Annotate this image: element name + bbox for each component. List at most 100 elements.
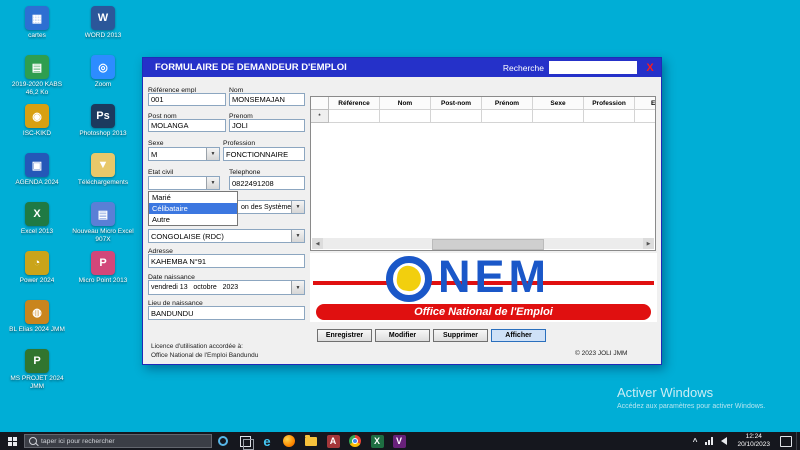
nom-field[interactable] [229, 93, 305, 106]
chevron-down-icon[interactable]: ▼ [206, 177, 219, 189]
desktop-icon-label: ISC-KIKD [23, 130, 51, 138]
column-header-prenom[interactable]: Prénom [482, 97, 533, 110]
app-icon: P [91, 251, 115, 275]
dropdown-option-celibataire[interactable]: Célibataire [149, 203, 237, 214]
task-view-icon[interactable] [234, 432, 256, 450]
column-header-etat-civil[interactable]: Etat-c [635, 97, 656, 110]
grid-new-row[interactable]: * [311, 110, 655, 123]
sexe-combobox[interactable]: M ▼ [148, 147, 220, 161]
desktop-icon-word[interactable]: W WORD 2013 [72, 6, 134, 55]
visual-studio-icon[interactable]: V [388, 432, 410, 450]
cortana-icon[interactable] [212, 432, 234, 450]
close-button[interactable]: X [642, 62, 658, 74]
calendar-dropdown-icon[interactable]: ▼ [291, 281, 304, 294]
date-naissance-picker[interactable]: vendredi 13 octobre 2023 ▼ [148, 280, 305, 295]
application-window: FORMULAIRE DE DEMANDEUR D'EMPLOI Recherc… [142, 57, 662, 365]
desktop-icon-label: BL Elias 2024 JMM [9, 326, 65, 334]
desktop-icon-power[interactable]: ◔ Power 2024 [6, 251, 68, 300]
profession-field[interactable] [223, 147, 305, 161]
desktop-icon-agenda[interactable]: ▣ AGENDA 2024 [6, 153, 68, 202]
desktop-icon-label: Zoom [95, 81, 112, 89]
grid-horizontal-scrollbar[interactable]: ◀ ▶ [312, 238, 654, 249]
column-header-postnom[interactable]: Post-nom [431, 97, 482, 110]
desktop-icon-telechargements[interactable]: ▼ Téléchargements [72, 153, 134, 202]
grid-cell [431, 110, 482, 123]
desktop-icon-bl-elias[interactable]: ◍ BL Elias 2024 JMM [6, 300, 68, 349]
desktop-icon-micro-point[interactable]: P Micro Point 2013 [72, 251, 134, 300]
enregistrer-button[interactable]: Enregistrer [317, 329, 372, 342]
column-header-nom[interactable]: Nom [380, 97, 431, 110]
desktop-icon-nouveau-doc[interactable]: ▤ Nouveau Micro Excel 907X [72, 202, 134, 251]
show-desktop-button[interactable] [796, 432, 800, 450]
excel-icon[interactable]: X [366, 432, 388, 450]
grid-cell [635, 110, 656, 123]
activate-windows-line1: Activer Windows [617, 385, 765, 400]
clock-date: 20/10/2023 [737, 441, 770, 449]
scrollbar-thumb[interactable] [432, 239, 544, 250]
chrome-icon[interactable] [344, 432, 366, 450]
reference-field[interactable] [148, 93, 226, 106]
photoshop-icon: Ps [91, 104, 115, 128]
chevron-down-icon[interactable]: ▼ [291, 201, 304, 213]
scroll-left-arrow[interactable]: ◀ [312, 238, 323, 249]
license-line2: Office National de l'Emploi Bandundu [151, 352, 258, 359]
edge-icon[interactable]: e [256, 432, 278, 450]
grid-cell [380, 110, 431, 123]
desktop-icon-label: Téléchargements [78, 179, 128, 187]
desktop-icon-ms-projet[interactable]: P MS PROJET 2024 JMM [6, 349, 68, 398]
desktop-icon-excel[interactable]: X Excel 2013 [6, 202, 68, 251]
desktop-icon-label: MS PROJET 2024 JMM [6, 375, 68, 391]
column-header-reference[interactable]: Référence [329, 97, 380, 110]
network-icon[interactable] [701, 437, 717, 445]
grid-cell [584, 110, 635, 123]
window-titlebar[interactable]: FORMULAIRE DE DEMANDEUR D'EMPLOI Recherc… [143, 58, 661, 77]
column-header-sexe[interactable]: Sexe [533, 97, 584, 110]
activate-windows-line2: Accédez aux paramètres pour activer Wind… [617, 403, 765, 410]
desktop-icon-column-2: W WORD 2013 ◎ Zoom Ps Photoshop 2013 ▼ T… [72, 6, 134, 300]
afficher-button[interactable]: Afficher [491, 329, 546, 342]
chevron-down-icon[interactable]: ▼ [206, 148, 219, 160]
etat-civil-combobox[interactable]: ▼ [148, 176, 220, 190]
firefox-icon[interactable] [278, 432, 300, 450]
desktop-icon-kabs[interactable]: ▤ 2019-2020 KABS 46,2 Ko [6, 55, 68, 104]
etat-civil-label: Etat civil [148, 169, 173, 176]
profession-label: Profession [223, 140, 255, 147]
telephone-field[interactable] [229, 176, 305, 190]
access-icon[interactable]: A [322, 432, 344, 450]
chevron-down-icon[interactable]: ▼ [291, 230, 304, 242]
date-naissance-value: vendredi 13 octobre 2023 [151, 284, 238, 291]
telephone-label: Telephone [229, 169, 260, 176]
zoom-icon: ◎ [91, 55, 115, 79]
file-explorer-icon[interactable] [300, 432, 322, 450]
disc-icon: ◉ [25, 104, 49, 128]
desktop-icon-label: Excel 2013 [21, 228, 53, 236]
prenom-field[interactable] [229, 119, 305, 132]
action-center-icon[interactable] [776, 436, 796, 447]
desktop-icon-cartes[interactable]: ▦ cartes [6, 6, 68, 55]
adresse-field[interactable] [148, 254, 305, 268]
nationalite-combobox[interactable]: CONGOLAISE (RDC) ▼ [148, 229, 305, 243]
app-icon: ▤ [25, 55, 49, 79]
lieu-naissance-field[interactable] [148, 306, 305, 320]
supprimer-button[interactable]: Supprimer [433, 329, 488, 342]
desktop-icon-label: WORD 2013 [85, 32, 122, 40]
modifier-button[interactable]: Modifier [375, 329, 430, 342]
start-button[interactable] [0, 432, 24, 450]
titlebar-search-input[interactable] [549, 61, 637, 74]
tray-chevron-up-icon[interactable]: ^ [689, 437, 702, 446]
dropdown-option-marie[interactable]: Marié [149, 192, 237, 203]
new-row-marker: * [311, 110, 329, 123]
desktop-icon-label: AGENDA 2024 [15, 179, 58, 187]
grid-cell [482, 110, 533, 123]
taskbar-clock[interactable]: 12:24 20/10/2023 [731, 433, 776, 450]
desktop-icon-photoshop[interactable]: Ps Photoshop 2013 [72, 104, 134, 153]
desktop-icon-zoom[interactable]: ◎ Zoom [72, 55, 134, 104]
dropdown-option-autre[interactable]: Autre [149, 214, 237, 225]
desktop-icon-isc-kikd[interactable]: ◉ ISC-KIKD [6, 104, 68, 153]
taskbar-search-input[interactable]: taper ici pour rechercher [24, 434, 212, 448]
volume-icon[interactable] [717, 437, 731, 445]
scroll-right-arrow[interactable]: ▶ [643, 238, 654, 249]
window-title: FORMULAIRE DE DEMANDEUR D'EMPLOI [155, 62, 347, 73]
column-header-profession[interactable]: Profession [584, 97, 635, 110]
postnom-field[interactable] [148, 119, 226, 132]
